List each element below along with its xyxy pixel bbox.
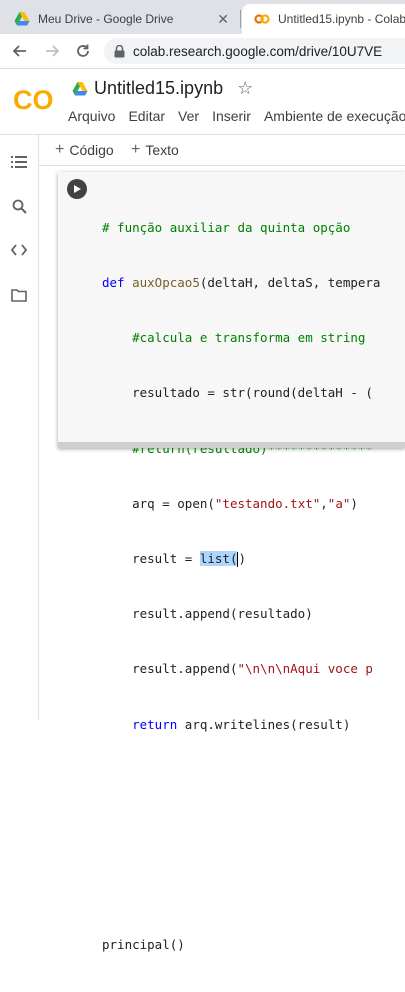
code-line: def auxOpcao5(deltaH, deltaS, tempera xyxy=(102,275,381,291)
google-drive-icon xyxy=(72,81,88,95)
code-line: #calcula e transforma em string xyxy=(132,330,366,346)
search-icon[interactable] xyxy=(10,197,28,215)
menu-ver[interactable]: Ver xyxy=(178,108,199,124)
menu-inserir[interactable]: Inserir xyxy=(212,108,251,124)
close-icon[interactable]: ✕ xyxy=(217,11,229,28)
google-drive-icon xyxy=(14,12,30,26)
menu-arquivo[interactable]: Arquivo xyxy=(68,108,115,124)
reload-button[interactable] xyxy=(73,41,93,61)
add-code-label: Código xyxy=(69,142,114,158)
add-text-cell-button[interactable]: + Texto xyxy=(131,141,179,159)
notebook-title[interactable]: Untitled15.ipynb ☆ xyxy=(72,78,253,99)
run-cell-button[interactable] xyxy=(67,179,87,199)
tab-google-drive[interactable]: Meu Drive - Google Drive ✕ xyxy=(2,4,239,34)
tab-title: Untitled15.ipynb - Colab xyxy=(278,12,405,26)
code-snippets-icon[interactable] xyxy=(10,241,28,259)
code-line: return arq.writelines(result) xyxy=(132,716,351,732)
url-text: colab.research.google.com/drive/10U7VE xyxy=(133,43,383,59)
cell-toolbar: + Código + Texto xyxy=(39,135,405,166)
code-line: result = list() xyxy=(132,551,247,568)
notebook-title-text: Untitled15.ipynb xyxy=(94,78,224,98)
svg-text:CO: CO xyxy=(13,85,54,115)
selected-text: list( xyxy=(199,551,238,567)
left-sidebar xyxy=(0,135,39,720)
back-button[interactable] xyxy=(10,41,30,61)
menu-bar: Arquivo Editar Ver Inserir Ambiente de e… xyxy=(68,108,405,124)
plus-icon: + xyxy=(55,141,65,158)
add-code-cell-button[interactable]: + Código xyxy=(55,141,114,159)
menu-editar[interactable]: Editar xyxy=(128,108,165,124)
tab-title: Meu Drive - Google Drive xyxy=(38,12,174,26)
play-icon xyxy=(74,185,81,193)
code-line: result.append("\n\n\nAqui voce p xyxy=(132,661,373,677)
browser-tab-bar: Meu Drive - Google Drive ✕ Untitled15.ip… xyxy=(0,0,405,34)
code-line: result.append(resultado) xyxy=(132,606,313,622)
tab-separator xyxy=(240,10,241,28)
forward-button[interactable] xyxy=(42,41,62,61)
code-line: principal() xyxy=(102,937,185,953)
horizontal-scrollbar[interactable] xyxy=(58,442,405,448)
plus-icon: + xyxy=(131,141,141,158)
arrow-left-icon xyxy=(12,45,26,57)
arrow-right-icon xyxy=(46,45,60,57)
menu-ambiente-execucao[interactable]: Ambiente de execução xyxy=(264,108,405,124)
code-line: resultado = str(round(deltaH - ( xyxy=(132,385,373,401)
lock-icon xyxy=(114,44,125,57)
files-icon[interactable] xyxy=(10,286,28,304)
colab-header: CO Untitled15.ipynb ☆ Arquivo Editar Ver… xyxy=(0,68,405,135)
address-bar[interactable]: colab.research.google.com/drive/10U7VE xyxy=(104,38,405,64)
code-editor[interactable]: # função auxiliar da quinta opção def au… xyxy=(102,182,380,992)
browser-toolbar: colab.research.google.com/drive/10U7VE xyxy=(0,34,405,69)
code-line: # função auxiliar da quinta opção xyxy=(102,219,351,235)
star-icon[interactable]: ☆ xyxy=(237,78,253,99)
reload-icon xyxy=(77,44,89,57)
table-of-contents-icon[interactable] xyxy=(10,153,28,171)
colab-logo[interactable]: CO xyxy=(12,82,54,116)
code-line: arq = open("testando.txt","a") xyxy=(132,495,358,511)
add-text-label: Texto xyxy=(145,142,179,158)
tab-colab[interactable]: Untitled15.ipynb - Colab xyxy=(242,4,405,34)
code-cell[interactable]: # função auxiliar da quinta opção def au… xyxy=(58,172,405,952)
colab-icon xyxy=(254,14,270,24)
